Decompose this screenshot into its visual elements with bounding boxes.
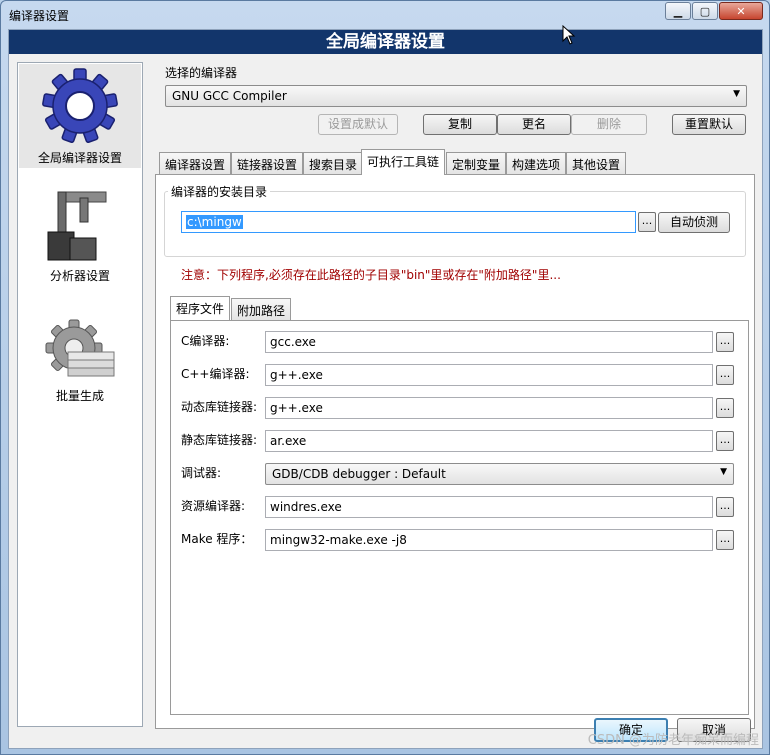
close-button[interactable]: ✕	[719, 2, 763, 20]
make-program-label: Make 程序：	[181, 532, 253, 546]
resource-compiler-label: 资源编译器:	[181, 499, 246, 513]
browse-c-compiler-button[interactable]: ...	[716, 332, 734, 352]
compiler-settings-window: 编译器设置 ▁ ▢ ✕ 全局编译器设置 全局编译器设置 分析器设置 批量生成 选…	[0, 0, 770, 755]
browse-install-dir-button[interactable]: ...	[638, 212, 656, 232]
category-list: 全局编译器设置 分析器设置 批量生成	[17, 62, 143, 727]
tab-linker-settings[interactable]: 链接器设置	[231, 152, 304, 174]
copy-button[interactable]: 复制	[423, 114, 497, 135]
cpp-compiler-field[interactable]: g++.exe	[265, 364, 713, 386]
dynamic-linker-field[interactable]: g++.exe	[265, 397, 713, 419]
resource-compiler-field[interactable]: windres.exe	[265, 496, 713, 518]
dynamic-linker-label: 动态库链接器:	[181, 400, 258, 414]
rename-button[interactable]: 更名	[497, 114, 571, 135]
nav-label: 全局编译器设置	[37, 151, 122, 165]
dialog-client: 全局编译器设置 全局编译器设置 分析器设置 批量生成 选择的编译器 GNU GC…	[8, 29, 763, 749]
watermark: CSDN @为防老年痴呆而编程	[587, 733, 759, 748]
toolchain-tab-panel: 编译器的安装目录 c:\mingw ... 自动侦测 注意：下列程序,必须存在此…	[155, 174, 755, 729]
static-linker-field[interactable]: ar.exe	[265, 430, 713, 452]
program-files-panel: C编译器: gcc.exe ... C++编译器: g++.exe ... 动态…	[170, 320, 749, 715]
nav-item-global-compiler[interactable]: 全局编译器设置	[19, 64, 141, 168]
browse-resource-compiler-button[interactable]: ...	[716, 497, 734, 517]
install-path-value: c:\mingw	[186, 215, 243, 229]
browse-static-linker-button[interactable]: ...	[716, 431, 734, 451]
install-path-field[interactable]: c:\mingw	[181, 211, 636, 233]
tab-custom-variables[interactable]: 定制变量	[446, 152, 507, 174]
batch-gear-icon	[45, 319, 115, 377]
window-title: 编译器设置	[9, 9, 70, 23]
nav-item-profiler[interactable]: 分析器设置	[19, 188, 141, 288]
make-program-field[interactable]: mingw32-make.exe -j8	[265, 529, 713, 551]
compiler-select[interactable]: GNU GCC Compiler ▼	[165, 85, 747, 107]
debugger-select-value: GDB/CDB debugger : Default	[272, 467, 446, 481]
tab-build-options[interactable]: 构建选项	[506, 152, 567, 174]
tab-toolchain-executables[interactable]: 可执行工具链	[361, 149, 446, 175]
autodetect-button[interactable]: 自动侦测	[658, 212, 730, 233]
tab-other-settings[interactable]: 其他设置	[566, 152, 627, 174]
maximize-button[interactable]: ▢	[692, 2, 718, 20]
browse-cpp-compiler-button[interactable]: ...	[716, 365, 734, 385]
chevron-down-icon: ▼	[733, 89, 740, 99]
reset-default-button[interactable]: 重置默认	[672, 114, 746, 135]
c-compiler-label: C编译器:	[181, 334, 230, 348]
cpp-compiler-label: C++编译器:	[181, 367, 250, 381]
install-dir-title: 编译器的安装目录	[168, 183, 271, 200]
mouse-cursor-icon	[562, 25, 576, 45]
selected-compiler-label: 选择的编译器	[165, 66, 238, 80]
debugger-label: 调试器:	[181, 466, 222, 480]
chevron-down-icon: ▼	[720, 467, 727, 477]
window-controls: ▁ ▢ ✕	[664, 2, 763, 20]
browse-make-program-button[interactable]: ...	[716, 530, 734, 550]
nav-label: 分析器设置	[49, 269, 110, 283]
tab-search-directories[interactable]: 搜索目录	[303, 152, 364, 174]
c-compiler-field[interactable]: gcc.exe	[265, 331, 713, 353]
nav-label: 批量生成	[55, 389, 104, 403]
minimize-button[interactable]: ▁	[665, 2, 691, 20]
compiler-select-value: GNU GCC Compiler	[172, 89, 287, 103]
title-bar[interactable]: 编译器设置 ▁ ▢ ✕	[1, 1, 769, 29]
gear-icon	[42, 68, 118, 144]
nav-item-batch-build[interactable]: 批量生成	[19, 318, 141, 418]
static-linker-label: 静态库链接器:	[181, 433, 258, 447]
page-title: 全局编译器设置	[9, 30, 762, 54]
install-note: 注意：下列程序,必须存在此路径的子目录"bin"里或存在"附加路径"里...	[181, 268, 561, 282]
debugger-select[interactable]: GDB/CDB debugger : Default ▼	[265, 463, 734, 485]
tab-program-files[interactable]: 程序文件	[170, 296, 231, 320]
set-default-button[interactable]: 设置成默认	[318, 114, 398, 135]
browse-dynamic-linker-button[interactable]: ...	[716, 398, 734, 418]
tab-additional-paths[interactable]: 附加路径	[231, 298, 292, 320]
caliper-icon	[47, 191, 107, 261]
delete-button[interactable]: 删除	[571, 114, 647, 135]
tab-compiler-settings[interactable]: 编译器设置	[159, 152, 232, 174]
